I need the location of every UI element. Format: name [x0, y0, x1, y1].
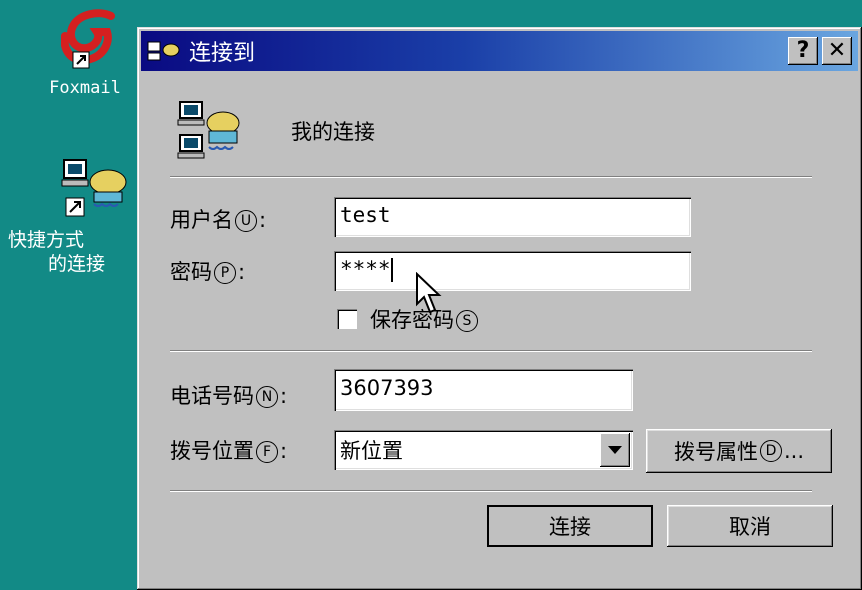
dialup-connection-large-icon — [177, 101, 240, 159]
desktop-icon-foxmail[interactable]: Foxmail — [40, 8, 130, 100]
connection-title-icon — [147, 41, 180, 61]
dial-properties-label: 拨号属性 — [673, 440, 758, 464]
separator-middle — [170, 350, 812, 352]
phone-label: 电话号码 — [170, 384, 254, 408]
separator-bottom — [170, 490, 812, 492]
foxmail-label: Foxmail — [49, 78, 121, 98]
chevron-down-icon — [608, 446, 622, 454]
password-hotkey: P — [214, 262, 236, 284]
password-label: 密码 — [170, 260, 212, 284]
dialog-title: 连接到 — [189, 41, 256, 66]
username-hotkey: U — [235, 210, 257, 232]
password-colon: : — [238, 260, 246, 284]
dial-from-value: 新位置 — [340, 439, 403, 463]
help-button[interactable]: ? — [788, 37, 818, 65]
username-label: 用户名 — [170, 208, 233, 232]
separator-top — [170, 176, 812, 178]
password-label-group: 密码 P: — [170, 256, 245, 286]
dial-from-select[interactable]: 新位置 — [334, 430, 633, 470]
connect-button[interactable]: 连接 — [487, 505, 653, 547]
connect-to-dialog: 连接到 ? ✕ 我的连接 用户名 U: test 密码 P: **** 保存密码 S … — [137, 27, 862, 590]
phone-colon: : — [280, 384, 288, 408]
phone-number-input[interactable]: 3607393 — [334, 369, 633, 411]
dial-properties-hotkey: D — [759, 440, 782, 462]
password-value: **** — [340, 257, 391, 281]
dial-from-label: 拨号位置 — [170, 439, 254, 463]
connection-shortcut-label-line2: 的连接 — [48, 253, 106, 275]
password-input[interactable]: **** — [334, 251, 691, 291]
dial-from-colon: : — [280, 439, 288, 463]
save-password-checkbox[interactable] — [337, 309, 357, 329]
connection-name: 我的连接 — [291, 120, 375, 144]
cancel-button[interactable]: 取消 — [667, 505, 833, 547]
desktop-icon-connection-shortcut[interactable]: 快捷方式 的连接 — [8, 158, 138, 276]
phone-hotkey: N — [256, 386, 278, 408]
username-colon: : — [259, 208, 267, 232]
dial-properties-button[interactable]: 拨号属性 D... — [646, 429, 832, 473]
foxmail-icon — [60, 9, 115, 69]
username-label-group: 用户名 U: — [170, 204, 266, 234]
dial-from-hotkey: F — [256, 441, 278, 463]
username-input[interactable]: test — [334, 197, 691, 237]
close-button[interactable]: ✕ — [822, 37, 852, 65]
dial-from-label-group: 拨号位置 F: — [170, 435, 287, 465]
dropdown-button[interactable] — [600, 433, 630, 467]
text-caret — [390, 258, 393, 282]
save-password-hotkey: S — [456, 310, 478, 332]
save-password-label: 保存密码 — [370, 308, 454, 332]
title-bar[interactable]: 连接到 ? ✕ — [141, 31, 858, 71]
dialup-connection-icon — [61, 159, 127, 217]
dial-properties-ellipsis: ... — [783, 439, 805, 463]
save-password-label-group: 保存密码 S — [370, 304, 480, 334]
phone-label-group: 电话号码 N: — [170, 380, 287, 410]
connection-shortcut-label-line1: 快捷方式 — [8, 229, 85, 251]
